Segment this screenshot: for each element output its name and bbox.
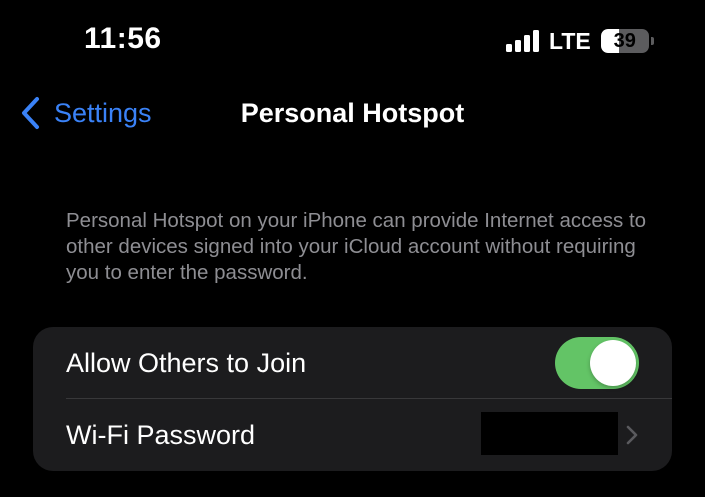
hotspot-settings-group: Allow Others to Join Wi-Fi Password: [33, 327, 672, 471]
page-title: Personal Hotspot: [240, 98, 465, 128]
wifi-password-label: Wi-Fi Password: [66, 419, 256, 450]
chevron-right-icon: [626, 425, 638, 445]
network-type-label: LTE: [549, 28, 591, 54]
wifi-password-row[interactable]: Wi-Fi Password: [33, 399, 672, 471]
battery-icon: 39: [600, 29, 654, 53]
status-time: 11:56: [84, 22, 162, 55]
allow-others-row: Allow Others to Join: [33, 327, 672, 399]
status-indicators: LTE 39: [506, 28, 654, 54]
toggle-knob: [590, 340, 636, 386]
hotspot-description: Personal Hotspot on your iPhone can prov…: [66, 209, 647, 284]
cellular-signal-icon: [506, 30, 539, 52]
allow-others-toggle[interactable]: [555, 337, 639, 389]
allow-others-label: Allow Others to Join: [66, 347, 307, 378]
wifi-password-value-redacted: [481, 412, 618, 455]
battery-level: 39: [613, 30, 636, 52]
